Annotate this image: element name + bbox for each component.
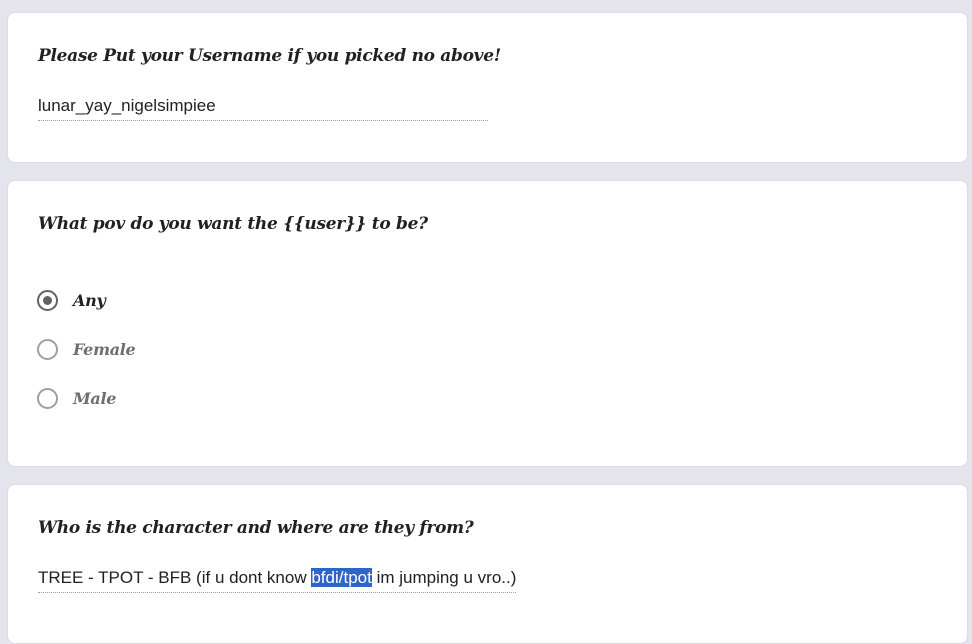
radio-option-label: Female bbox=[73, 339, 136, 359]
question-card-pov: What pov do you want the {{user}} to be?… bbox=[7, 180, 968, 467]
question-title: What pov do you want the {{user}} to be? bbox=[38, 214, 428, 234]
answer-text: im jumping u vro..) bbox=[371, 568, 517, 587]
radio-unchecked-icon[interactable] bbox=[37, 387, 58, 409]
question-title: Please Put your Username if you picked n… bbox=[38, 46, 501, 66]
username-answer-field[interactable]: lunar_yay_nigelsimpiee bbox=[38, 95, 488, 121]
radio-option-label: Any bbox=[73, 290, 106, 310]
radio-unchecked-icon[interactable] bbox=[37, 338, 58, 360]
radio-option-label: Male bbox=[73, 388, 117, 408]
radio-checked-icon[interactable] bbox=[37, 289, 58, 311]
question-card-username: Please Put your Username if you picked n… bbox=[7, 12, 968, 163]
radio-option-male[interactable]: Male bbox=[37, 385, 116, 411]
radio-option-any[interactable]: Any bbox=[37, 287, 106, 313]
answer-text: TREE - TPOT - BFB (if u dont know bbox=[38, 568, 312, 587]
radio-option-female[interactable]: Female bbox=[37, 336, 136, 362]
question-title: Who is the character and where are they … bbox=[38, 518, 474, 538]
character-answer-field[interactable]: TREE - TPOT - BFB (if u dont know bfdi/t… bbox=[38, 567, 517, 593]
question-card-character: Who is the character and where are they … bbox=[7, 484, 968, 644]
selected-text: bfdi/tpot bbox=[311, 568, 372, 587]
